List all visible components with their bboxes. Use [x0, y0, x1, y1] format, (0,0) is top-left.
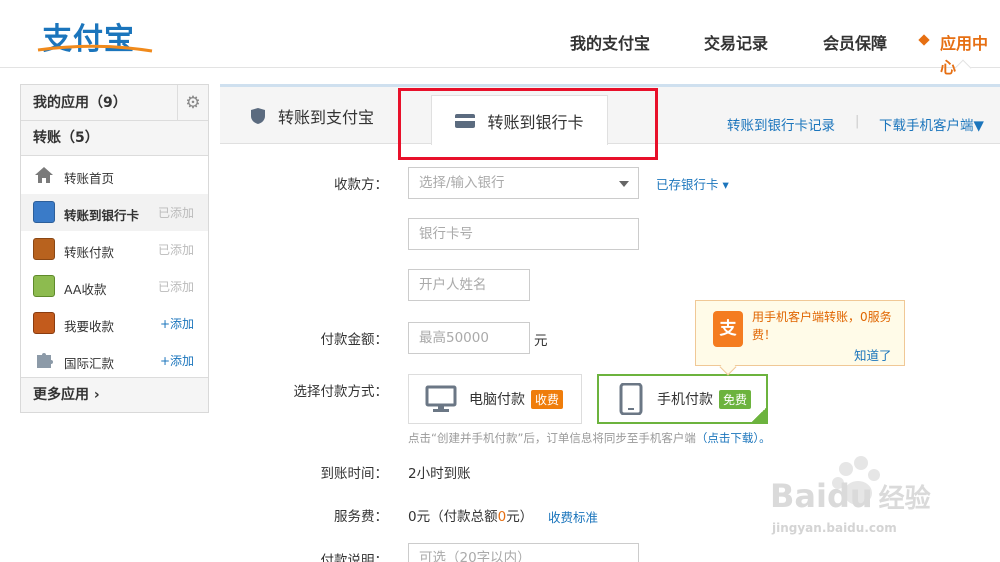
pc-pay-option[interactable]: 电脑付款 收费	[408, 374, 582, 424]
bank-card-icon	[455, 113, 476, 128]
receive-icon	[33, 312, 55, 334]
bank-transfer-icon	[33, 201, 55, 223]
sidebar-item-label: AA收款	[64, 282, 107, 297]
fee-value-suffix: 元）	[506, 509, 534, 525]
sidebar: 我的应用（9） ⚙ 转账（5） 转账首页 转账到银行卡 已添加 转账付款 已添加…	[20, 84, 209, 413]
tip-text: 用手机客户端转账，0服务费！	[752, 310, 892, 342]
note-input[interactable]: 可选（20字以内）	[408, 543, 639, 562]
nav-app-center[interactable]: 应用中心	[940, 30, 1000, 78]
tip-dismiss-link[interactable]: 知道了	[854, 345, 892, 364]
sidebar-item-aa[interactable]: AA收款 已添加	[21, 268, 208, 305]
sidebar-item-bank-transfer[interactable]: 转账到银行卡 已添加	[21, 194, 208, 231]
fee-value-text: 0元（付款总额	[408, 509, 498, 525]
download-client-link[interactable]: 下载手机客户端▼	[879, 114, 984, 134]
watermark-jingyan: 经验	[878, 484, 931, 514]
nav-transactions[interactable]: 交易记录	[704, 30, 768, 54]
more-apps-label: 更多应用	[33, 387, 89, 403]
card-number-input[interactable]: 银行卡号	[408, 218, 639, 250]
fee-value: 0元（付款总额0元）	[408, 505, 533, 525]
tab-bar: 转账到支付宝 转账到银行卡 转账到银行卡记录 | 下载手机客户端▼	[220, 87, 1000, 145]
arrival-value: 2小时到账	[408, 466, 471, 482]
sidebar-item-add-link[interactable]: +添加	[160, 352, 194, 369]
sidebar-item-status: 已添加	[157, 206, 194, 220]
tab-to-alipay[interactable]: 转账到支付宝	[250, 87, 374, 144]
sidebar-item-status: 已添加	[157, 280, 194, 294]
checkmark-icon	[752, 408, 766, 422]
active-dot-icon	[918, 34, 930, 46]
chevron-right-icon: ›	[89, 387, 100, 403]
hint-text: 点击“创建并手机付款”后，订单信息将同步至手机客户端	[408, 431, 696, 445]
holder-name-placeholder: 开户人姓名	[419, 277, 487, 293]
mobile-promo-tip: 支 用手机客户端转账，0服务费！ 知道了	[695, 300, 905, 366]
sidebar-more-apps[interactable]: 更多应用 ›	[21, 377, 208, 412]
puzzle-icon	[37, 353, 53, 368]
download-hint-link[interactable]: （点击下载）。	[696, 431, 771, 445]
payee-label: 收款方：	[334, 177, 388, 193]
monitor-icon	[425, 385, 457, 412]
sidebar-item-label: 我要收款	[64, 319, 115, 334]
sidebar-item-receive[interactable]: 我要收款 +添加	[21, 305, 208, 342]
yuan-unit: 元	[534, 333, 548, 349]
sidebar-item-label: 国际汇款	[64, 356, 115, 371]
logo-swoosh-icon	[37, 44, 153, 53]
note-label: 付款说明：	[320, 553, 389, 562]
fee-standard-link[interactable]: 收费标准	[548, 507, 598, 526]
sidebar-item-label: 转账首页	[64, 171, 115, 186]
amount-label: 付款金额：	[320, 332, 389, 348]
tab-label: 转账到银行卡	[487, 112, 584, 132]
amount-placeholder: 最高50000	[419, 330, 489, 346]
pay-method-label: 选择付款方式：	[293, 384, 389, 400]
saved-cards-label: 已存银行卡	[656, 177, 719, 192]
pc-pay-label: 电脑付款	[469, 392, 525, 408]
note-placeholder: 可选（20字以内）	[419, 550, 531, 562]
sidebar-item-transfer-pay[interactable]: 转账付款 已添加	[21, 231, 208, 268]
bank-transfer-record-link[interactable]: 转账到银行卡记录	[727, 114, 835, 134]
transfer-group-label: 转账（5）	[33, 130, 99, 146]
tab-label: 转账到支付宝	[278, 107, 375, 127]
home-icon	[35, 167, 53, 183]
bank-select-placeholder: 选择/输入银行	[419, 175, 505, 191]
alipay-logo[interactable]: 支付宝	[18, 6, 153, 57]
sidebar-item-add-link[interactable]: +添加	[160, 315, 194, 332]
saved-cards-link[interactable]: 已存银行卡 ▾	[656, 174, 729, 193]
sidebar-item-status: 已添加	[157, 243, 194, 257]
watermark-bai: Bai	[770, 477, 827, 515]
fee-total-amount: 0	[497, 509, 507, 525]
nav-my-alipay[interactable]: 我的支付宝	[570, 30, 650, 54]
mobile-pay-hint: 点击“创建并手机付款”后，订单信息将同步至手机客户端（点击下载）。	[408, 430, 771, 446]
sidebar-item-label: 转账到银行卡	[64, 208, 140, 223]
chevron-down-icon	[619, 181, 629, 187]
watermark-du: du	[826, 477, 873, 515]
top-header: 支付宝 我的支付宝 交易记录 会员保障 应用中心	[0, 0, 1000, 77]
arrival-label: 到账时间：	[320, 466, 389, 482]
fee-label: 服务费：	[334, 509, 388, 525]
my-apps-label: 我的应用（9）	[33, 95, 127, 111]
mobile-pay-label: 手机付款	[657, 392, 713, 408]
sidebar-transfer-group[interactable]: 转账（5）	[21, 121, 208, 156]
watermark-url: jingyan.baidu.com	[772, 521, 897, 535]
tab-separator: |	[855, 114, 860, 129]
bank-select[interactable]: 选择/输入银行	[408, 167, 639, 199]
shield-icon	[251, 107, 265, 124]
sidebar-item-home[interactable]: 转账首页	[21, 157, 208, 194]
aa-icon	[33, 275, 55, 297]
amount-input[interactable]: 最高50000	[408, 322, 530, 354]
fee-badge: 收费	[531, 389, 564, 409]
card-number-placeholder: 银行卡号	[419, 226, 473, 242]
sidebar-item-intl[interactable]: 国际汇款 +添加	[21, 342, 208, 379]
holder-name-input[interactable]: 开户人姓名	[408, 269, 530, 301]
alipay-phone-icon: 支	[713, 311, 743, 347]
phone-icon	[619, 383, 643, 415]
gear-icon[interactable]: ⚙	[177, 85, 208, 121]
nav-protection[interactable]: 会员保障	[823, 30, 887, 54]
free-badge: 免费	[719, 389, 752, 409]
tab-to-bank-card[interactable]: 转账到银行卡	[431, 95, 608, 145]
mobile-pay-option[interactable]: 手机付款 免费	[597, 374, 768, 424]
sidebar-item-label: 转账付款	[64, 245, 115, 260]
transfer-pay-icon	[33, 238, 55, 260]
